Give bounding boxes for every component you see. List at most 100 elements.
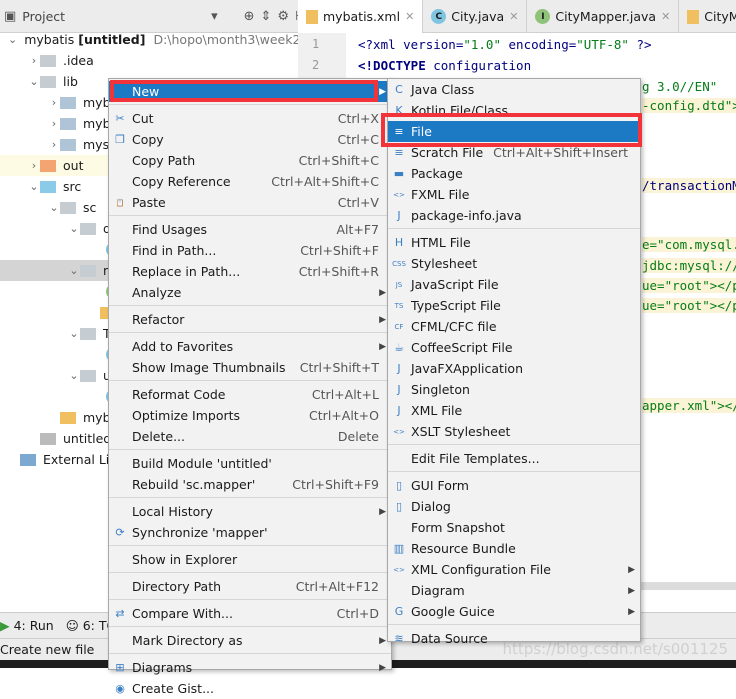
menu-item-typescript-file[interactable]: TS TypeScript File (388, 295, 640, 316)
close-icon[interactable]: ✕ (405, 10, 414, 23)
project-panel-title[interactable]: Project (22, 9, 65, 24)
menu-item-coffeescript-file[interactable]: ☕ CoffeeScript File (388, 337, 640, 358)
tab-city-java[interactable]: C City.java ✕ (423, 0, 528, 33)
menu-item-label: GUI Form (411, 478, 469, 493)
code-fragment[interactable]: /transactionM (642, 178, 736, 193)
menu-item-data-source[interactable]: ≋ Data Source (388, 628, 640, 649)
chevron-down-icon[interactable]: ⌄ (28, 180, 40, 193)
tab-mybatis-xml[interactable]: mybatis.xml ✕ (298, 0, 424, 33)
menu-item-find-usages[interactable]: Find Usages Alt+F7 (109, 219, 391, 240)
menu-item-form-snapshot[interactable]: Form Snapshot (388, 517, 640, 538)
sync-icon: ⟳ (115, 526, 125, 539)
menu-item-label: Optimize Imports (132, 408, 241, 423)
chevron-down-icon[interactable]: ⌄ (68, 369, 80, 382)
chevron-right-icon[interactable]: › (48, 96, 60, 109)
chevron-right-icon[interactable]: › (48, 117, 60, 130)
menu-item-google-guice[interactable]: G Google Guice ▶ (388, 601, 640, 622)
menu-item-stylesheet[interactable]: CSS Stylesheet (388, 253, 640, 274)
menu-item-gui-form[interactable]: ▯ GUI Form (388, 475, 640, 496)
chevron-down-icon[interactable]: ⌄ (68, 264, 80, 277)
menu-item-local-history[interactable]: Local History ▶ (109, 501, 391, 522)
chevron-right-icon[interactable]: › (28, 54, 40, 67)
menu-item-optimize-imports[interactable]: Optimize Imports Ctrl+Alt+O (109, 405, 391, 426)
code-fragment[interactable]: ue="root"></p (642, 278, 736, 293)
menu-item-label: package-info.java (411, 208, 522, 223)
menu-item-directory-path[interactable]: Directory Path Ctrl+Alt+F12 (109, 576, 391, 597)
menu-item-copy-reference[interactable]: Copy Reference Ctrl+Alt+Shift+C (109, 171, 391, 192)
menu-item-label: Package (411, 166, 463, 181)
menu-item-xslt-stylesheet[interactable]: <> XSLT Stylesheet (388, 421, 640, 442)
chevron-down-icon[interactable]: ⌄ (48, 201, 60, 214)
close-icon[interactable]: ✕ (661, 10, 670, 23)
shortcut: Ctrl+Shift+C (298, 153, 379, 168)
menu-item-html-file[interactable]: H HTML File (388, 232, 640, 253)
menu-item-compare-with[interactable]: ⇄ Compare With... Ctrl+D (109, 603, 391, 624)
menu-item-package-info-java[interactable]: Jpackage-info.java (388, 205, 640, 226)
chevron-down-icon[interactable]: ⌄ (8, 33, 17, 46)
menu-item-java-class[interactable]: C Java Class (388, 79, 640, 100)
menu-item-package[interactable]: ▬ Package (388, 163, 640, 184)
menu-item-singleton[interactable]: J Singleton (388, 379, 640, 400)
menu-item-label: Google Guice (411, 604, 495, 619)
code-fragment[interactable]: apper.xml"></ (642, 398, 736, 413)
collapse-icon[interactable]: ⇕ (261, 9, 272, 24)
menu-item-edit-file-templates[interactable]: Edit File Templates... (388, 448, 640, 469)
code-fragment[interactable]: g 3.0//EN" (642, 79, 736, 94)
compare-icon: ⇄ (115, 607, 125, 620)
code-line-1[interactable]: <?xml version="1.0" encoding="UTF-8" ?> (358, 37, 652, 52)
xml-config-icon: <> (393, 565, 405, 574)
menu-item-refactor[interactable]: Refactor ▶ (109, 309, 391, 330)
dropdown-icon[interactable]: ▾ (211, 9, 218, 24)
chevron-down-icon[interactable]: ⌄ (68, 327, 80, 340)
menu-item-synchronize-mapper[interactable]: ⟳ Synchronize 'mapper' (109, 522, 391, 543)
chevron-down-icon[interactable]: ⌄ (68, 222, 80, 235)
menu-item-diagram[interactable]: Diagram ▶ (388, 580, 640, 601)
shortcut: Ctrl+D (336, 606, 379, 621)
tree-item-label: src (63, 179, 82, 194)
menu-item-mark-directory-as[interactable]: Mark Directory as ▶ (109, 630, 391, 651)
menu-item-add-to-favorites[interactable]: Add to Favorites ▶ (109, 336, 391, 357)
run-tool-button[interactable]: ▶ 4: Run (0, 618, 54, 633)
menu-item-build-module-untitled[interactable]: Build Module 'untitled' (109, 453, 391, 474)
menu-item-copy-path[interactable]: Copy Path Ctrl+Shift+C (109, 150, 391, 171)
menu-item-find-in-path[interactable]: Find in Path... Ctrl+Shift+F (109, 240, 391, 261)
google-guice-icon: G (394, 605, 404, 618)
menu-item-rebuild-sc-mapper[interactable]: Rebuild 'sc.mapper' Ctrl+Shift+F9 (109, 474, 391, 495)
menu-item-label: Show Image Thumbnails (132, 360, 286, 375)
tab-citymapper-java[interactable]: I CityMapper.java ✕ (527, 0, 680, 33)
chevron-right-icon[interactable]: › (48, 138, 60, 151)
menu-item-javascript-file[interactable]: JS JavaScript File (388, 274, 640, 295)
chevron-right-icon[interactable]: › (28, 159, 40, 172)
menu-item-xml-file[interactable]: J XML File (388, 400, 640, 421)
menu-item-show-in-explorer[interactable]: Show in Explorer (109, 549, 391, 570)
menu-item-reformat-code[interactable]: Reformat Code Ctrl+Alt+L (109, 384, 391, 405)
menu-item-dialog[interactable]: ▯ Dialog (388, 496, 640, 517)
chevron-down-icon[interactable]: ⌄ (28, 75, 40, 88)
tab-citymapp[interactable]: CityMapp (679, 0, 736, 33)
menu-item-create-gist[interactable]: ◉ Create Gist... (109, 678, 391, 699)
menu-item-replace-in-path[interactable]: Replace in Path... Ctrl+Shift+R (109, 261, 391, 282)
menu-item-resource-bundle[interactable]: ▥ Resource Bundle (388, 538, 640, 559)
close-icon[interactable]: ✕ (509, 10, 518, 23)
code-line-2[interactable]: <!DOCTYPE configuration (358, 58, 531, 73)
tree-item[interactable]: ⌄ mybatis [untitled] D:\hopo\month3\week2\d (0, 29, 313, 50)
package-icon: ▬ (393, 167, 405, 180)
menu-item-xml-configuration-file[interactable]: <> XML Configuration File ▶ (388, 559, 640, 580)
menu-item-javafxapplication[interactable]: J JavaFXApplication (388, 358, 640, 379)
menu-item-copy[interactable]: ❐ Copy Ctrl+C (109, 129, 391, 150)
gear-icon[interactable]: ⚙ (277, 9, 289, 24)
menu-item-delete[interactable]: Delete... Delete (109, 426, 391, 447)
code-fragment[interactable]: -config.dtd"> (642, 98, 736, 113)
menu-item-fxml-file[interactable]: <> FXML File (388, 184, 640, 205)
code-fragment[interactable]: jdbc:mysql://l (642, 258, 736, 273)
menu-item-cut[interactable]: ✂ Cut Ctrl+X (109, 108, 391, 129)
locate-icon[interactable]: ⊕ (244, 9, 255, 24)
xml-file-icon (687, 9, 700, 24)
menu-item-cfml-cfc-file[interactable]: CF CFML/CFC file (388, 316, 640, 337)
code-fragment[interactable]: e="com.mysql.c (642, 237, 736, 252)
tree-item[interactable]: › .idea (0, 50, 298, 71)
menu-item-show-image-thumbnails[interactable]: Show Image Thumbnails Ctrl+Shift+T (109, 357, 391, 378)
menu-item-analyze[interactable]: Analyze ▶ (109, 282, 391, 303)
code-fragment[interactable]: ue="root"></p (642, 298, 736, 313)
menu-item-paste[interactable]: 📋 Paste Ctrl+V (109, 192, 391, 213)
